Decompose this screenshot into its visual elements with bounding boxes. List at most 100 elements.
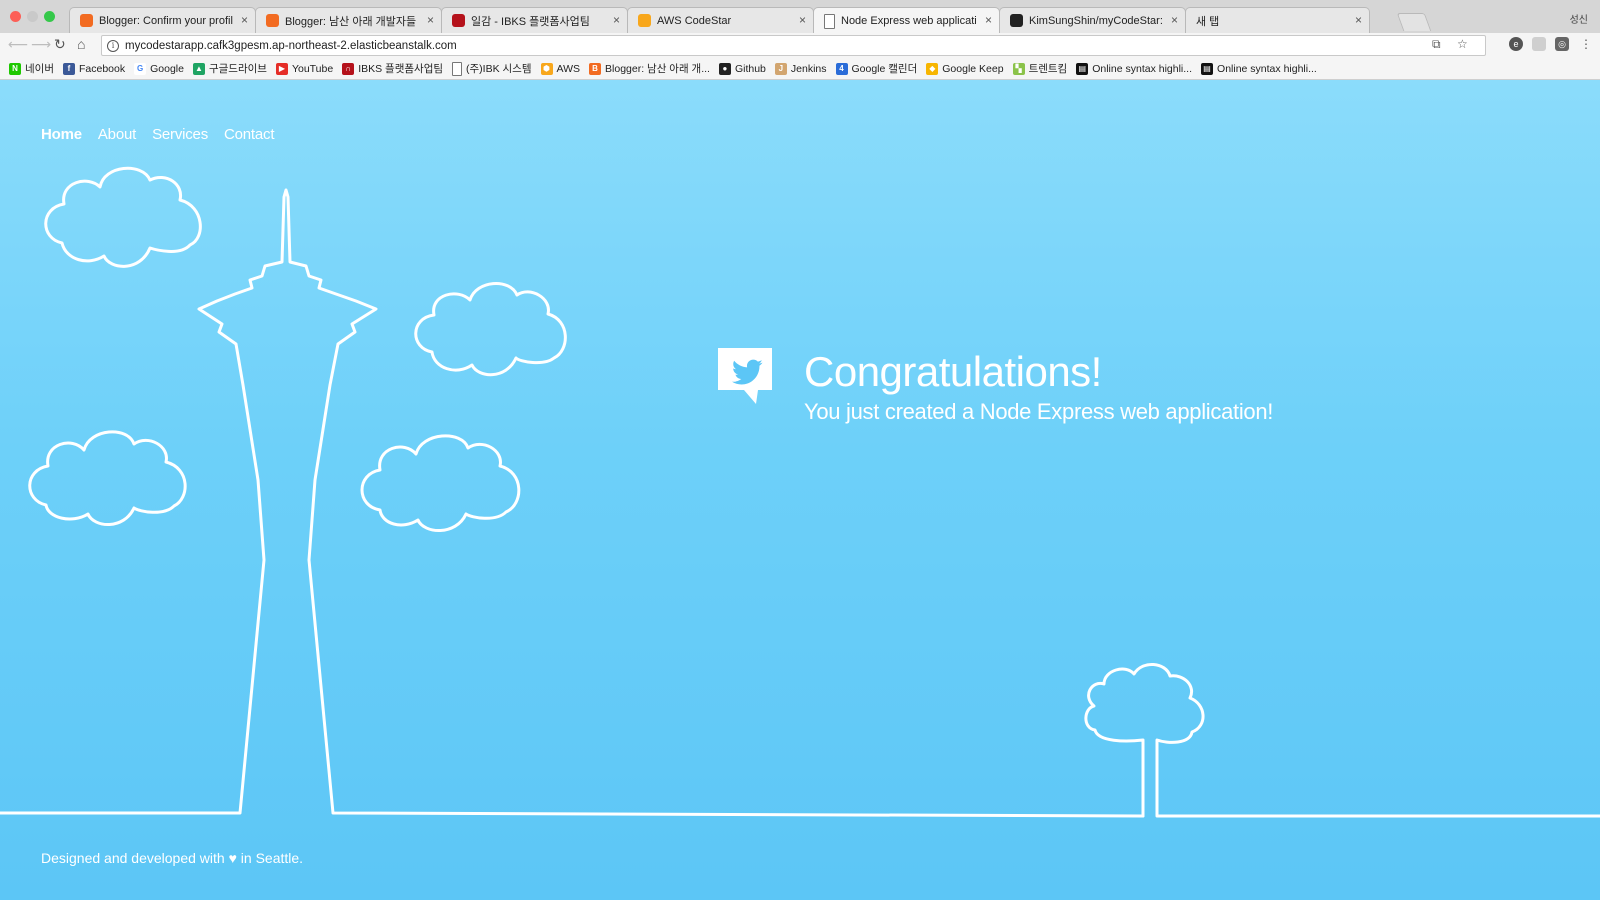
browser-tab[interactable]: AWS CodeStar × [627, 7, 814, 33]
bookmark-label: Github [734, 62, 766, 75]
tab-title: AWS CodeStar [657, 14, 732, 27]
bookmark-item[interactable]: ▶ YouTube [275, 62, 334, 75]
shield-icon[interactable]: ◎ [1555, 37, 1569, 51]
site-info-icon[interactable]: i [107, 39, 119, 52]
bookmark-item[interactable]: G Google [134, 62, 184, 75]
bookmarks-bar: N 네이버 f Facebook G Google ▲ 구글드라이브 ▶ YouTube ∩ IBKS… [0, 58, 1600, 80]
syntax-icon: ▤ [1201, 62, 1214, 75]
browser-tab[interactable]: KimSungShin/myCodeStar: AWS × [999, 7, 1186, 33]
nav-link-contact[interactable]: Contact [224, 126, 274, 143]
nav-link-home[interactable]: Home [41, 126, 82, 143]
tab-title: KimSungShin/myCodeStar: AWS [1029, 14, 1163, 27]
github-icon: ● [718, 62, 731, 75]
maximize-window-button[interactable] [44, 11, 55, 22]
tab-title: Blogger: Confirm your profile [99, 14, 233, 27]
close-tab-icon[interactable]: × [985, 13, 992, 27]
browser-tab[interactable]: 일감 - IBKS 플랫폼사업팀 × [441, 7, 628, 33]
bookmark-item[interactable]: ▚ 트렌트킴 [1012, 61, 1068, 76]
cloud-icon [44, 166, 202, 268]
main-nav: Home About Services Contact [41, 126, 274, 143]
address-bar[interactable]: i mycodestarapp.cafk3gpesm.ap-northeast-… [101, 35, 1486, 56]
bookmark-item[interactable]: N 네이버 [9, 61, 54, 76]
bookmark-item[interactable]: ⬢ AWS [540, 62, 581, 75]
naver-icon: N [9, 62, 21, 75]
blogger-icon: B [589, 62, 602, 75]
aws-codestar-icon [638, 14, 651, 27]
forward-button[interactable]: ⟶ [31, 36, 51, 53]
bookmark-label: AWS [556, 62, 581, 75]
facebook-icon: f [62, 62, 75, 75]
bookmark-label: 구글드라이브 [208, 63, 267, 75]
close-tab-icon[interactable]: × [799, 13, 806, 27]
close-tab-icon[interactable]: × [241, 13, 248, 27]
menu-icon[interactable]: ⋮ [1580, 37, 1592, 51]
blogger-icon [80, 14, 93, 27]
page-icon [452, 61, 463, 76]
bookmark-label: 네이버 [25, 63, 54, 75]
google-calendar-icon: 4 [835, 62, 848, 75]
new-tab-button[interactable] [1396, 13, 1432, 31]
jenkins-icon: J [774, 62, 787, 75]
redmine-icon: ∩ [342, 62, 355, 75]
close-tab-icon[interactable]: × [613, 13, 620, 27]
nav-link-about[interactable]: About [98, 126, 136, 143]
bookmark-label: YouTube [291, 62, 334, 75]
footer-text: Designed and developed with ♥ in Seattle… [41, 850, 304, 866]
bookmark-item[interactable]: ◆ Google Keep [926, 62, 1004, 75]
bookmark-label: (주)IBK 시스템 [466, 63, 532, 75]
reload-button[interactable]: ↻ [54, 36, 66, 53]
tree-icon [1084, 663, 1600, 818]
bookmark-item[interactable]: ▤ Online syntax highli... [1076, 62, 1192, 75]
bookmark-label: 트렌트킴 [1028, 63, 1068, 75]
nav-link-services[interactable]: Services [152, 126, 208, 143]
extension-icon[interactable]: e [1509, 37, 1523, 51]
tab-title: Node Express web application [841, 15, 977, 27]
page-icon [824, 13, 835, 29]
google-icon: G [134, 62, 147, 75]
bookmark-label: Jenkins [790, 62, 827, 75]
page-title: Congratulations! [804, 348, 1102, 395]
cloud-icon [28, 430, 187, 526]
tab-title: Blogger: 남산 아래 개발자들 - 새 글 [285, 15, 419, 28]
bookmark-item[interactable]: B Blogger: 남산 아래 개... [589, 61, 710, 76]
bookmark-item[interactable]: ∩ IBKS 플랫폼사업팀 [342, 61, 443, 76]
bookmark-item[interactable]: (주)IBK 시스템 [452, 61, 532, 76]
url-text: mycodestarapp.cafk3gpesm.ap-northeast-2.… [125, 39, 457, 52]
syntax-icon: ▤ [1076, 62, 1089, 75]
browser-tab[interactable]: 새 탭 × [1185, 7, 1370, 33]
translate-icon[interactable]: ⧉ [1432, 37, 1441, 52]
blogger-icon [266, 14, 279, 27]
google-keep-icon: ◆ [926, 62, 939, 75]
browser-toolbar: ⟵ ⟶ ↻ ⌂ i mycodestarapp.cafk3gpesm.ap-no… [0, 33, 1600, 58]
tab-title: 일감 - IBKS 플랫폼사업팀 [471, 15, 590, 28]
bookmark-label: Google 캘린더 [851, 63, 918, 75]
browser-tab[interactable]: Blogger: 남산 아래 개발자들 - 새 글 × [255, 7, 442, 33]
minimize-window-button[interactable] [27, 11, 38, 22]
bookmark-item[interactable]: J Jenkins [774, 62, 827, 75]
web-page: Home About Services Contact Congratulati… [0, 80, 1600, 900]
bookmark-label: Facebook [78, 62, 126, 75]
aws-icon: ⬢ [540, 62, 553, 75]
twitter-bird-icon [718, 348, 772, 404]
close-tab-icon[interactable]: × [1355, 13, 1362, 27]
youtube-icon: ▶ [275, 62, 288, 75]
bookmark-item[interactable]: f Facebook [62, 62, 126, 75]
bookmark-star-icon[interactable]: ☆ [1457, 37, 1468, 51]
back-button[interactable]: ⟵ [8, 36, 28, 53]
cloud-icon [414, 282, 567, 377]
close-tab-icon[interactable]: × [427, 13, 434, 27]
cast-icon[interactable] [1532, 37, 1546, 51]
bookmark-item[interactable]: ▲ 구글드라이브 [192, 61, 267, 76]
browser-tab[interactable]: Node Express web application × [813, 7, 1000, 34]
cloud-icon [360, 434, 521, 533]
bookmark-item[interactable]: ● Github [718, 62, 766, 75]
bookmark-item[interactable]: 4 Google 캘린더 [835, 61, 918, 76]
github-icon [1010, 14, 1023, 27]
bookmark-item[interactable]: ▤ Online syntax highli... [1201, 62, 1317, 75]
close-window-button[interactable] [10, 11, 21, 22]
tab-title: 새 탭 [1196, 15, 1220, 28]
close-tab-icon[interactable]: × [1171, 13, 1178, 27]
browser-tab[interactable]: Blogger: Confirm your profile × [69, 7, 256, 33]
home-button[interactable]: ⌂ [77, 36, 85, 52]
profile-name[interactable]: 성신 [1570, 11, 1588, 26]
